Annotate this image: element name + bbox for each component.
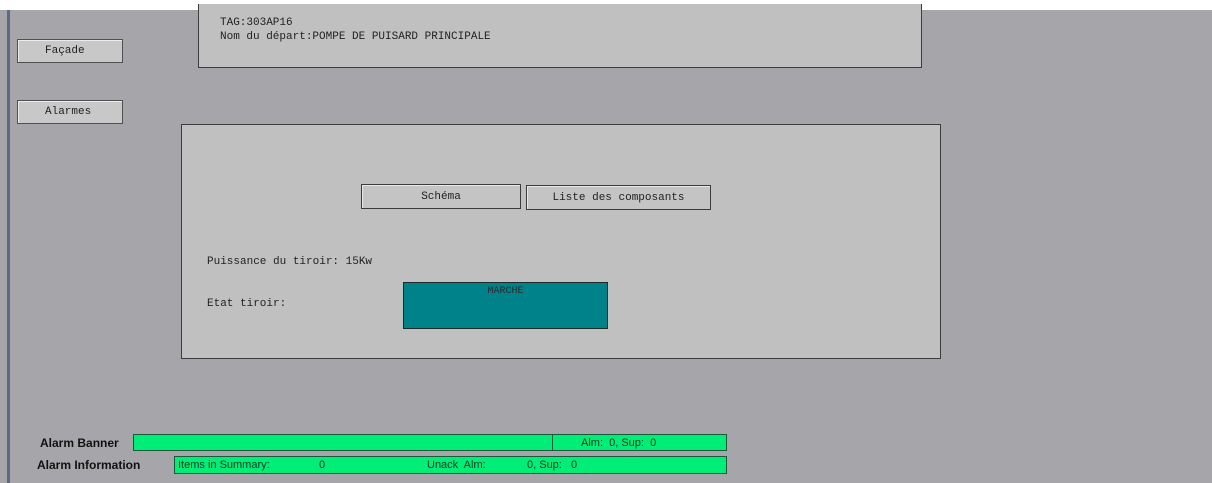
- state-value: MARCHE: [487, 286, 524, 297]
- alarm-banner-bar[interactable]: Alm: 0, Sup: 0: [133, 434, 727, 451]
- unack-alarm-counts: 0, Sup: 0: [527, 459, 578, 471]
- alarm-banner-message-area: [134, 435, 553, 450]
- alarm-information-label: Alarm Information: [37, 458, 141, 472]
- alarm-information-bar[interactable]: Items in Summary: 0 Unack Alm: 0, Sup: 0: [174, 456, 727, 474]
- power-label: Puissance du tiroir: 15Kw: [207, 256, 373, 268]
- alarm-banner-label: Alarm Banner: [40, 436, 119, 450]
- state-indicator: MARCHE: [403, 282, 608, 329]
- alarm-banner-counts: Alm: 0, Sup: 0: [581, 436, 657, 449]
- left-edge-bar: [7, 10, 10, 483]
- alarmes-button[interactable]: Alarmes: [17, 100, 123, 124]
- facade-button[interactable]: Façade: [17, 39, 123, 63]
- schema-button[interactable]: Schéma: [361, 184, 521, 209]
- state-label: Etat tiroir:: [207, 298, 287, 310]
- drawer-panel: Schéma Liste des composants Puissance du…: [181, 124, 941, 359]
- items-in-summary-value: 0: [319, 459, 326, 471]
- unack-alarm-label: Unack Alm:: [427, 459, 486, 471]
- items-in-summary-label: Items in Summary:: [178, 459, 270, 471]
- tag-text: TAG:303AP16: [220, 17, 293, 29]
- info-panel: TAG:303AP16 Nom du départ:POMPE DE PUISA…: [198, 4, 922, 68]
- components-list-button[interactable]: Liste des composants: [526, 185, 711, 210]
- departure-name-text: Nom du départ:POMPE DE PUISARD PRINCIPAL…: [220, 31, 491, 43]
